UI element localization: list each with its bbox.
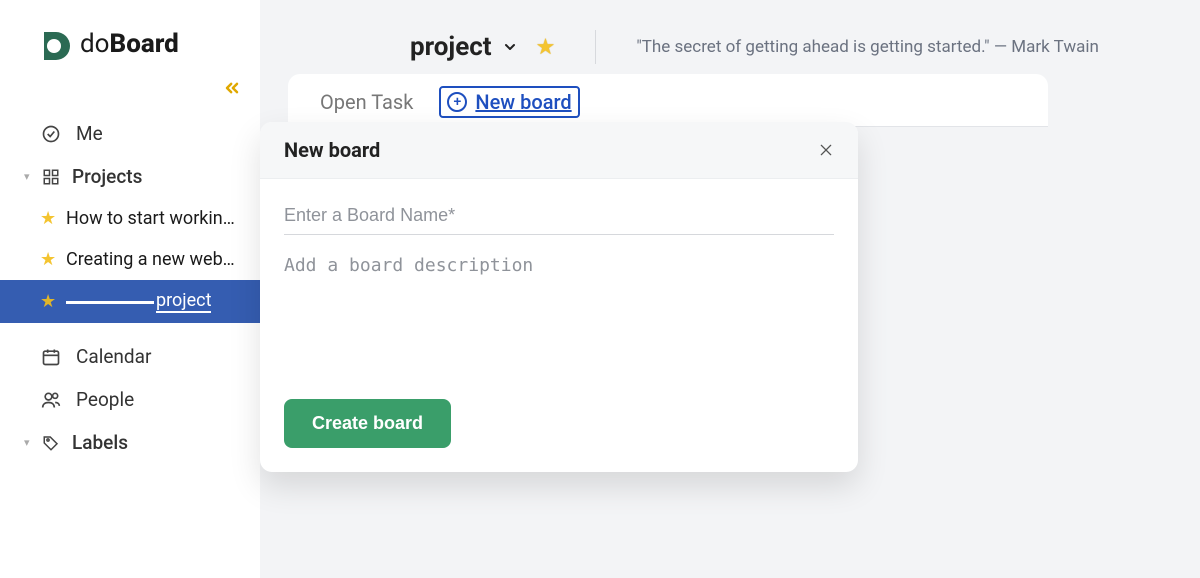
project-title: project [410,32,492,62]
vertical-divider [595,30,596,64]
nav-label: People [76,388,134,411]
main: project ★ "The secret of getting ahead i… [260,0,1200,578]
calendar-icon [40,347,62,367]
star-icon: ★ [40,208,58,229]
close-icon[interactable] [818,142,834,158]
project-label: project [156,290,211,313]
nav-labels[interactable]: ▾ Labels [0,421,260,464]
modal-title: New board [284,138,380,162]
quote: "The secret of getting ahead is getting … [636,37,1099,57]
modal-header: New board [260,122,858,179]
sidebar-nav: Me ▾ Projects ★ How to start workin… ★ C… [0,102,260,464]
project-item-1[interactable]: ★ Creating a new web… [0,239,260,280]
project-switcher[interactable]: project [410,32,518,62]
project-label: Creating a new web… [66,249,235,270]
tabbar: Open Task + New board [288,74,1048,127]
tab-new-board[interactable]: + New board [439,86,579,118]
project-item-0[interactable]: ★ How to start workin… [0,198,260,239]
quote-text: "The secret of getting ahead is getting … [636,37,989,57]
topbar: project ★ "The secret of getting ahead i… [260,0,1200,74]
nav-label: Labels [72,431,128,454]
logo-text: doBoard [80,29,179,59]
content-area: Open Task + New board New board Crea [260,74,1200,127]
brand-logo[interactable]: doBoard [0,0,260,70]
chevron-down-icon [502,39,518,55]
new-board-modal: New board Create board [260,122,858,472]
favorite-star-icon[interactable]: ★ [536,35,556,60]
nav-calendar[interactable]: Calendar [0,335,260,378]
modal-body: Create board [260,179,858,472]
tag-icon [40,434,62,452]
nav-label: Projects [72,165,142,188]
tab-label: New board [475,90,571,114]
nav-people[interactable]: People [0,378,260,421]
create-board-button[interactable]: Create board [284,399,451,448]
grid-icon [40,168,62,186]
board-name-input[interactable] [284,197,834,235]
people-icon [40,390,62,410]
sidebar: doBoard Me ▾ Projects ★ [0,0,260,578]
redacted-icon [66,301,154,304]
star-icon: ★ [40,249,58,270]
nav-me[interactable]: Me [0,112,260,155]
board-description-input[interactable] [284,235,834,395]
caret-down-icon: ▾ [24,170,36,183]
star-icon: ★ [40,291,58,312]
logo-icon [40,28,72,60]
quote-author: — Mark Twain [994,37,1099,57]
tab-open-task[interactable]: Open Task [320,90,413,114]
plus-circle-icon: + [447,92,467,112]
nav-label: Me [76,122,103,145]
nav-label: Calendar [76,345,151,368]
project-item-2[interactable]: ★ project [0,280,260,323]
check-circle-icon [40,124,62,144]
sidebar-collapse-icon[interactable] [222,78,242,98]
project-label: How to start workin… [66,208,235,229]
nav-projects[interactable]: ▾ Projects [0,155,260,198]
caret-down-icon: ▾ [24,436,36,449]
